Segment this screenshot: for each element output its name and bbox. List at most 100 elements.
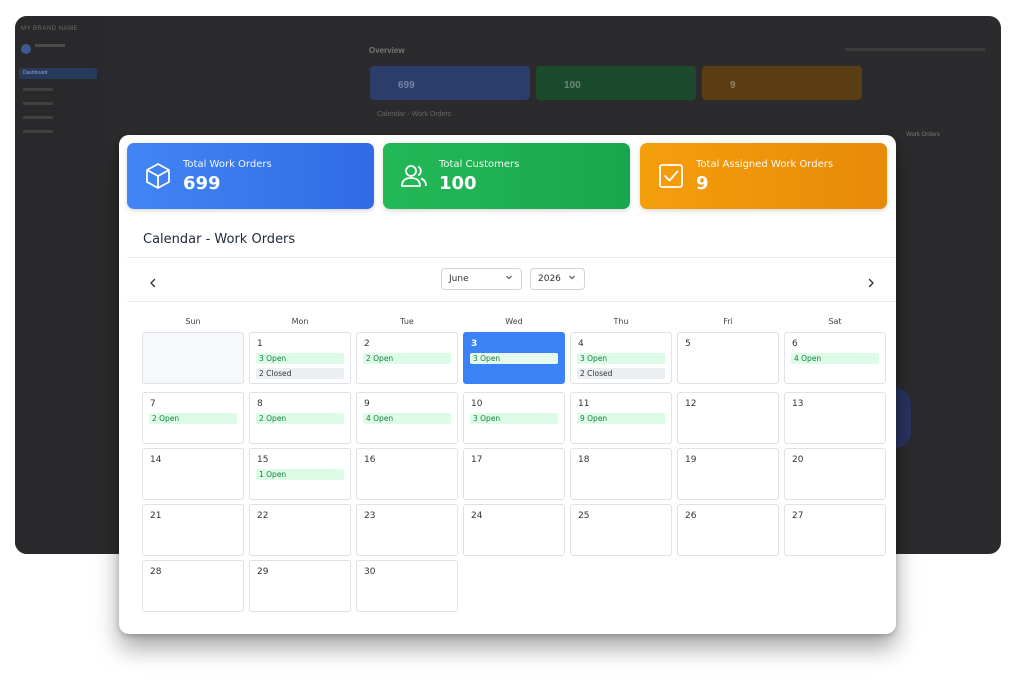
day-number: 1	[257, 339, 263, 349]
calendar-day[interactable]: 2 2 Open	[356, 332, 458, 384]
month-select[interactable]: June	[441, 268, 522, 290]
calendar-day[interactable]: 4 3 Open 2 Closed	[570, 332, 672, 384]
day-number: 10	[471, 399, 483, 409]
next-month-button[interactable]	[861, 273, 881, 293]
background-right-title: Work Orders	[906, 132, 940, 138]
background-nav-active: Dashboard	[19, 68, 97, 79]
open-count-badge[interactable]: 4 Open	[363, 413, 451, 424]
calendar-card: Calendar - Work Orders June 2026 Sun Mon T…	[127, 219, 895, 627]
day-number: 5	[685, 339, 691, 349]
stat-label: Total Customers	[439, 159, 520, 170]
stat-value: 100	[439, 173, 477, 194]
calendar-day[interactable]: 28	[142, 560, 244, 612]
background-calendar-title: Calendar - Work Orders	[377, 111, 452, 118]
users-icon	[401, 165, 427, 187]
checkbox-icon	[659, 164, 683, 188]
open-count-badge[interactable]: 3 Open	[470, 353, 558, 364]
calendar-day[interactable]: 26	[677, 504, 779, 556]
weekday-label: Thu	[613, 317, 629, 326]
day-number: 30	[364, 567, 376, 577]
calendar-day-empty	[142, 332, 244, 384]
previous-month-button[interactable]	[143, 273, 163, 293]
calendar-day[interactable]: 20	[784, 448, 886, 500]
stat-card-total-customers[interactable]: Total Customers 100	[383, 143, 630, 209]
day-number: 23	[364, 511, 376, 521]
background-logo: MY BRAND NAME	[21, 26, 79, 32]
open-count-badge[interactable]: 4 Open	[791, 353, 879, 364]
stat-card-total-assigned-work-orders[interactable]: Total Assigned Work Orders 9	[640, 143, 887, 209]
open-count-badge[interactable]: 3 Open	[470, 413, 558, 424]
day-number: 7	[150, 399, 156, 409]
day-number: 13	[792, 399, 804, 409]
background-nav-item	[23, 130, 53, 133]
calendar-day[interactable]: 29	[249, 560, 351, 612]
day-number: 20	[792, 455, 804, 465]
calendar-day[interactable]: 12	[677, 392, 779, 444]
stat-label: Total Assigned Work Orders	[696, 159, 834, 170]
stat-value: 9	[696, 173, 709, 194]
chevron-down-icon	[569, 275, 575, 280]
calendar-day[interactable]: 11 9 Open	[570, 392, 672, 444]
calendar-day[interactable]: 7 2 Open	[142, 392, 244, 444]
day-number: 29	[257, 567, 269, 577]
calendar-day[interactable]: 16	[356, 448, 458, 500]
calendar-day[interactable]: 6 4 Open	[784, 332, 886, 384]
calendar-day[interactable]: 10 3 Open	[463, 392, 565, 444]
day-number: 21	[150, 511, 162, 521]
open-count-badge[interactable]: 2 Open	[363, 353, 451, 364]
day-number: 17	[471, 455, 483, 465]
background-sidebar: MY BRAND NAME Dashboard	[15, 16, 103, 554]
calendar-day[interactable]: 3 3 Open	[463, 332, 565, 384]
background-avatar	[21, 44, 31, 54]
calendar-title: Calendar - Work Orders	[143, 232, 296, 247]
calendar-day[interactable]: 8 2 Open	[249, 392, 351, 444]
calendar-day[interactable]: 21	[142, 504, 244, 556]
calendar-day[interactable]: 9 4 Open	[356, 392, 458, 444]
background-breadcrumb	[845, 48, 985, 51]
calendar-day[interactable]: 5	[677, 332, 779, 384]
stat-card-total-work-orders[interactable]: Total Work Orders 699	[127, 143, 374, 209]
calendar-day[interactable]: 30	[356, 560, 458, 612]
calendar-day[interactable]: 19	[677, 448, 779, 500]
calendar-day[interactable]: 17	[463, 448, 565, 500]
background-nav-item	[23, 102, 53, 105]
day-number: 24	[471, 511, 483, 521]
calendar-day[interactable]: 23	[356, 504, 458, 556]
open-count-badge[interactable]: 2 Open	[149, 413, 237, 424]
weekday-label: Wed	[505, 317, 523, 326]
background-title: Overview	[369, 46, 405, 55]
day-number: 6	[792, 339, 798, 349]
calendar-day[interactable]: 1 3 Open 2 Closed	[249, 332, 351, 384]
box-icon	[146, 163, 170, 189]
calendar-day[interactable]: 13	[784, 392, 886, 444]
day-number: 2	[364, 339, 370, 349]
open-count-badge[interactable]: 9 Open	[577, 413, 665, 424]
year-select[interactable]: 2026	[530, 268, 585, 290]
open-count-badge[interactable]: 3 Open	[256, 353, 344, 364]
weekday-label: Fri	[723, 317, 733, 326]
day-number: 14	[150, 455, 162, 465]
calendar-day[interactable]: 22	[249, 504, 351, 556]
weekday-label: Mon	[291, 317, 309, 326]
chevron-left-icon	[150, 278, 156, 288]
calendar-day[interactable]: 15 1 Open	[249, 448, 351, 500]
day-number: 27	[792, 511, 804, 521]
calendar-day[interactable]: 24	[463, 504, 565, 556]
open-count-badge[interactable]: 3 Open	[577, 353, 665, 364]
closed-count-badge[interactable]: 2 Closed	[577, 368, 665, 379]
calendar-day[interactable]: 25	[570, 504, 672, 556]
background-nav-item	[23, 116, 53, 119]
day-number: 16	[364, 455, 376, 465]
closed-count-badge[interactable]: 2 Closed	[256, 368, 344, 379]
stat-value: 699	[183, 173, 221, 194]
calendar-day[interactable]: 18	[570, 448, 672, 500]
calendar-day[interactable]: 27	[784, 504, 886, 556]
day-number: 28	[150, 567, 162, 577]
calendar-day[interactable]: 14	[142, 448, 244, 500]
open-count-badge[interactable]: 2 Open	[256, 413, 344, 424]
background-nav-active-label: Dashboard	[23, 70, 48, 76]
month-select-value: June	[449, 274, 469, 284]
background-card-work-orders: 699	[370, 66, 530, 100]
open-count-badge[interactable]: 1 Open	[256, 469, 344, 480]
background-card-value: 9	[730, 80, 736, 91]
